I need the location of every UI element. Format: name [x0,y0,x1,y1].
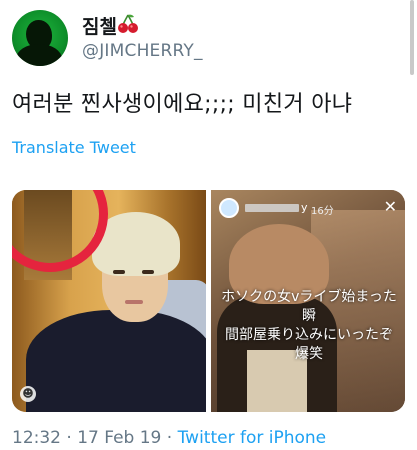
photo-eye-right [142,270,154,274]
smiley-icon: ☻ [20,386,36,402]
close-icon[interactable]: ✕ [384,198,397,216]
tweet-text: 여러분 찐사생이에요;;;; 미친거 아냐 [12,92,353,117]
avatar[interactable] [12,10,68,66]
photo-eye-left [113,270,125,274]
tweet-meta: 12:32 · 17 Feb 19 · Twitter for iPhone [12,428,326,448]
user-handle[interactable]: @JIMCHERRY_ [82,41,203,61]
media-photo-right[interactable]: y 16分 ✕ ホソクの女vライブ始まった瞬 間部屋乗り込みにいったぞ爆笑 [211,190,405,412]
media-photo-left[interactable]: ☻ [12,190,206,412]
story-avatar [219,198,239,218]
display-name[interactable]: 짐첼 [82,12,117,39]
translate-tweet-link[interactable]: Translate Tweet [12,138,136,157]
story-overlay-text: ホソクの女vライブ始まった瞬 間部屋乗り込みにいったぞ爆笑 [221,289,397,362]
photo-person-body [26,310,206,412]
story-username-redacted [245,204,299,212]
tweet-source-link[interactable]: Twitter for iPhone [178,428,327,448]
story-username-tail: y [301,201,308,214]
scrollbar[interactable] [410,0,414,75]
photo-mouth [125,300,143,304]
avatar-silhouette-body [16,44,62,66]
tweet-card: 짐첼 @JIMCHERRY_ 여러분 찐사생이에요;;;; 미친거 아냐 Tra… [0,0,417,450]
cherry-icon [118,14,138,33]
story-header: y 16分 ✕ [219,198,397,220]
tweet-timestamp[interactable]: 12:32 · 17 Feb 19 · [12,428,178,448]
story-time: 16分 [311,206,334,217]
